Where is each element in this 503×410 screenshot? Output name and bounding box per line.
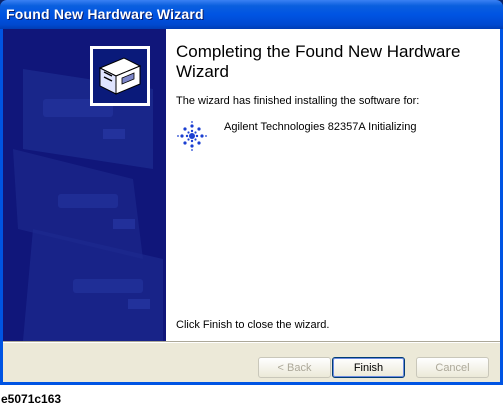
back-button[interactable]: < Back <box>258 357 331 378</box>
window-title: Found New Hardware Wizard <box>6 6 204 22</box>
title-bar[interactable]: Found New Hardware Wizard <box>0 0 503 29</box>
cancel-button[interactable]: Cancel <box>416 357 489 378</box>
dialog-client-area: Completing the Found New Hardware Wizard… <box>3 29 500 382</box>
hardware-wizard-icon <box>90 46 150 106</box>
wizard-side-banner <box>3 29 166 341</box>
wizard-heading: Completing the Found New Hardware Wizard <box>176 42 461 81</box>
install-message: The wizard has finished installing the s… <box>176 95 420 107</box>
closing-instruction: Click Finish to close the wizard. <box>176 319 330 331</box>
wizard-window: Found New Hardware Wizard Completing the… <box>0 0 503 385</box>
divider-highlight <box>3 342 500 343</box>
figure-caption: e5071c163 <box>1 392 62 406</box>
agilent-spark-icon <box>176 120 208 152</box>
wizard-content: Completing the Found New Hardware Wizard… <box>3 29 500 341</box>
window-frame: Completing the Found New Hardware Wizard… <box>0 29 503 385</box>
finish-button[interactable]: Finish <box>332 357 405 378</box>
device-name: Agilent Technologies 82357A Initializing <box>224 121 417 133</box>
